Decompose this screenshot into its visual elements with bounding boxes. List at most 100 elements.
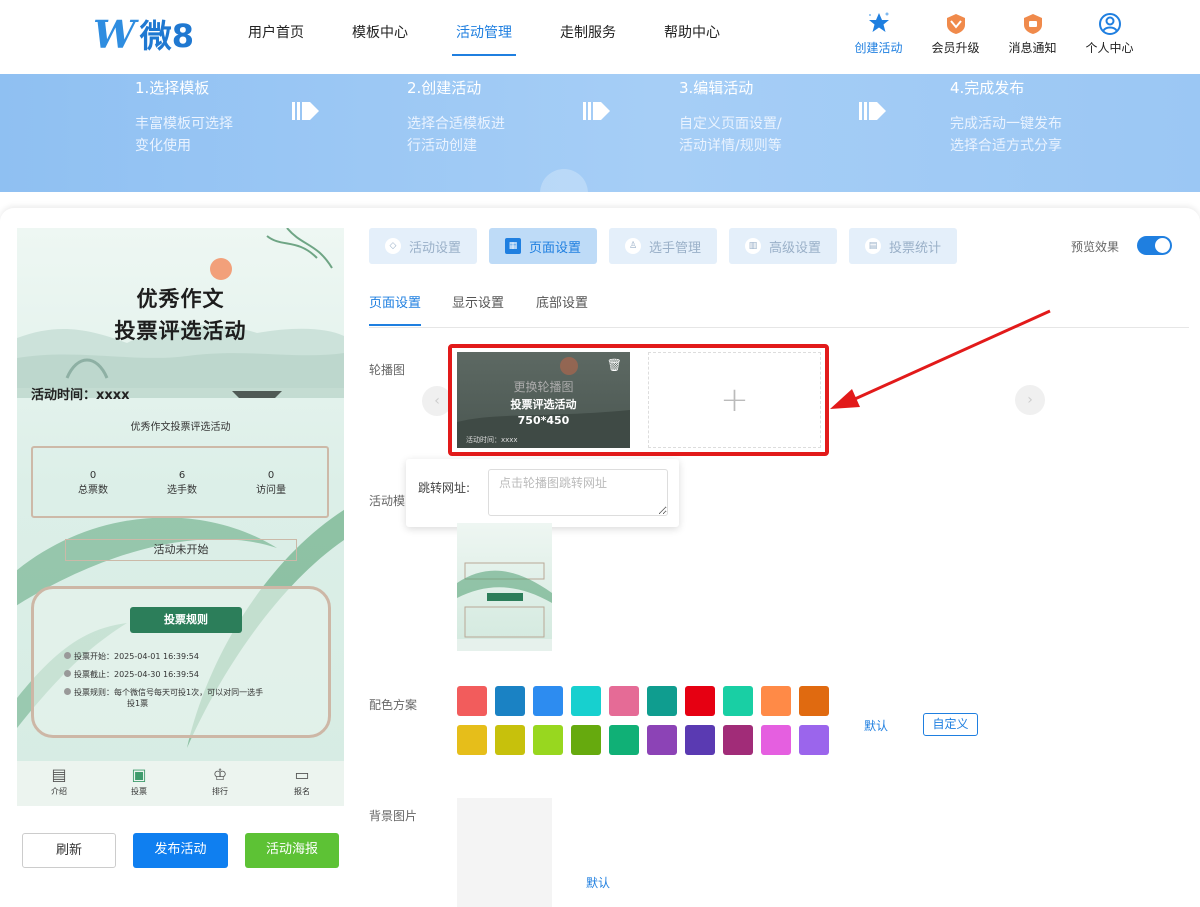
subtab-footer-settings[interactable]: 底部设置 (536, 292, 588, 311)
color-swatch[interactable] (457, 686, 487, 716)
color-default-link[interactable]: 默认 (864, 717, 888, 734)
rule-item: 投票开始：2025-04-01 16:39:54 (64, 652, 199, 661)
color-swatch[interactable] (609, 686, 639, 716)
color-swatch[interactable] (457, 725, 487, 755)
color-swatch[interactable] (685, 686, 715, 716)
main-panel: 优秀作文 投票评选活动 活动时间：xxxx 优秀作文投票评选活动 0 总票数 6 选… (0, 208, 1200, 907)
color-swatch[interactable] (799, 686, 829, 716)
tab-advanced-settings[interactable]: ▥ 高级设置 (729, 228, 837, 264)
tab-contestant-management[interactable]: ♙ 选手管理 (609, 228, 717, 264)
background-default-link[interactable]: 默认 (586, 874, 610, 891)
settings-tabs: ◇ 活动设置 ▦ 页面设置 ♙ 选手管理 ▥ 高级设置 ▤ 投票统计 (369, 228, 969, 264)
publish-button[interactable]: 发布活动 (133, 833, 228, 868)
color-swatch[interactable] (647, 686, 677, 716)
step-title: 1.选择模板 (135, 79, 210, 97)
tab-page-settings[interactable]: ▦ 页面设置 (489, 228, 597, 264)
nav-help[interactable]: 帮助中心 (640, 0, 744, 74)
color-swatch[interactable] (723, 686, 753, 716)
rules-panel: 投票规则 投票开始：2025-04-01 16:39:54 投票截止：2025-… (31, 586, 331, 738)
step-2: 2.创建活动 选择合适模板进 行活动创建 (407, 74, 505, 157)
color-custom-button[interactable]: 自定义 (923, 713, 978, 736)
tab-activity-settings[interactable]: ◇ 活动设置 (369, 228, 477, 264)
step-desc-line: 行活动创建 (407, 138, 477, 154)
step-desc: 丰富模板可选择 变化使用 (135, 113, 233, 157)
highlight-frame (448, 344, 829, 456)
color-swatch[interactable] (685, 725, 715, 755)
phone-tab-intro[interactable]: ▤ 介绍 (39, 764, 79, 797)
step-desc-line: 选择合适模板进 (407, 116, 505, 132)
preview-toggle[interactable] (1137, 236, 1172, 255)
color-swatch[interactable] (495, 725, 525, 755)
subtab-display-settings[interactable]: 显示设置 (452, 292, 504, 311)
phone-tab-vote[interactable]: ▣ 投票 (119, 764, 159, 797)
logo[interactable]: W 微8 (93, 11, 194, 57)
subtab-page-settings[interactable]: 页面设置 (369, 292, 422, 326)
stat-label: 选手数 (167, 485, 197, 496)
jump-url-label: 跳转网址: (418, 481, 471, 495)
tab-vote-statistics[interactable]: ▤ 投票统计 (849, 228, 957, 264)
rule-item-cont: 投1票 (127, 699, 149, 708)
vip-upgrade-button[interactable]: 会员升级 (917, 10, 994, 56)
step-title: 2.创建活动 (407, 79, 482, 97)
step-desc-line: 选择合适方式分享 (950, 138, 1062, 154)
phone-tab-label: 介绍 (51, 787, 67, 796)
decor-circle (540, 169, 588, 192)
step-title: 4.完成发布 (950, 79, 1025, 97)
stat-value: 0 (89, 470, 97, 481)
carousel-next-button[interactable]: › (1015, 385, 1045, 415)
color-swatch[interactable] (533, 686, 563, 716)
template-label: 活动模 (369, 494, 406, 508)
color-swatch[interactable] (723, 725, 753, 755)
person-icon: ♙ (624, 238, 641, 254)
refresh-button[interactable]: 刷新 (22, 833, 116, 868)
step-title: 3.编辑活动 (679, 79, 754, 97)
color-swatch[interactable] (571, 725, 601, 755)
step-arrow-icon (583, 102, 610, 120)
layout-icon: ▦ (504, 238, 521, 254)
phone-tab-rank[interactable]: ♔ 排行 (200, 764, 240, 797)
step-desc-line: 自定义页面设置/ (679, 116, 782, 132)
step-desc: 选择合适模板进 行活动创建 (407, 113, 505, 157)
phone-tab-label: 排行 (212, 787, 228, 796)
phone-tab-signup[interactable]: ▭ 报名 (282, 764, 322, 797)
color-swatch[interactable] (495, 686, 525, 716)
color-swatch[interactable] (647, 725, 677, 755)
color-swatch[interactable] (761, 686, 791, 716)
color-swatch[interactable] (533, 725, 563, 755)
nav-custom-service[interactable]: 走制服务 (536, 0, 640, 74)
stat-visits: 0 访问量 (231, 470, 311, 496)
stat-label: 总票数 (78, 485, 108, 496)
notification-icon (994, 10, 1071, 36)
poster-button[interactable]: 活动海报 (245, 833, 339, 868)
create-activity-button[interactable]: 创建活动 (840, 10, 917, 56)
logo-mark: W (93, 11, 136, 57)
color-swatch[interactable] (571, 686, 601, 716)
nav-activity-management[interactable]: 活动管理 (432, 0, 536, 74)
shield-icon: ◇ (384, 238, 401, 254)
tab-label: 活动设置 (408, 240, 461, 256)
activity-status: 活动未开始 (65, 539, 297, 561)
rules-button[interactable]: 投票规则 (130, 607, 242, 633)
step-1: 1.选择模板 丰富模板可选择 变化使用 (135, 74, 233, 157)
template-thumbnail[interactable] (457, 523, 552, 651)
create-activity-label: 创建活动 (854, 41, 903, 55)
template-thumb-art (457, 562, 552, 651)
profile-button[interactable]: 个人中心 (1071, 10, 1148, 56)
jump-url-popup: 跳转网址: (406, 459, 679, 527)
sub-tabs: 页面设置 显示设置 底部设置 (369, 288, 1189, 328)
nav-templates[interactable]: 模板中心 (328, 0, 432, 74)
step-4: 4.完成发布 完成活动一键发布 选择合适方式分享 (950, 74, 1062, 157)
stat-value: 6 (178, 470, 186, 481)
color-swatch[interactable] (609, 725, 639, 755)
stat-contestants: 6 选手数 (142, 470, 222, 496)
notifications-button[interactable]: 消息通知 (994, 10, 1071, 56)
color-swatch[interactable] (799, 725, 829, 755)
jump-url-input[interactable] (488, 469, 668, 516)
steps-banner: 1.选择模板 丰富模板可选择 变化使用 2.创建活动 选择合适模板进 行活动创建 3… (0, 74, 1200, 192)
document-icon: ▤ (51, 765, 67, 784)
background-image-label: 背景图片 (369, 809, 418, 823)
background-image-box[interactable] (457, 798, 552, 907)
nav-home[interactable]: 用户首页 (224, 0, 328, 74)
carousel-label: 轮播图 (369, 363, 406, 377)
color-swatch[interactable] (761, 725, 791, 755)
